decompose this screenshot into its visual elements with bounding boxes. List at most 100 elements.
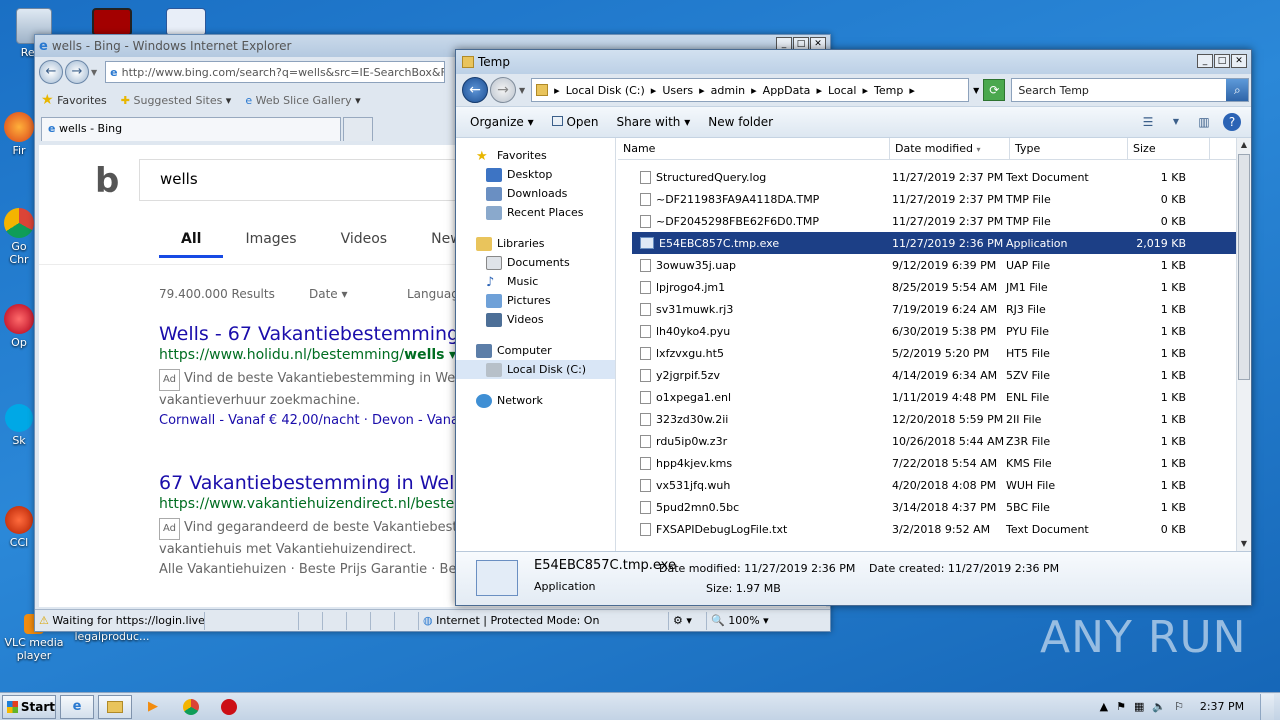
- nav-network[interactable]: Network: [456, 391, 615, 410]
- action-center-icon[interactable]: ⚑: [1116, 700, 1126, 713]
- nav-music[interactable]: ♪ Music: [456, 272, 615, 291]
- new-folder-button[interactable]: New folder: [708, 115, 773, 129]
- desktop-icon-skype[interactable]: Sk: [2, 404, 36, 447]
- file-row[interactable]: vx531jfq.wuh 4/20/2018 4:08 PM WUH File 1 K…: [618, 474, 1236, 496]
- start-button[interactable]: Start: [2, 694, 56, 719]
- column-type[interactable]: Type: [1010, 138, 1128, 160]
- nav-computer[interactable]: Computer: [456, 341, 615, 360]
- search-icon[interactable]: ⌕: [1226, 79, 1249, 101]
- nav-pictures[interactable]: Pictures: [456, 291, 615, 310]
- nav-recent-places[interactable]: Recent Places: [456, 203, 615, 222]
- show-desktop-button[interactable]: [1260, 693, 1274, 720]
- back-arrow-icon[interactable]: ←: [462, 77, 488, 103]
- breadcrumb-item[interactable]: AppData: [763, 84, 811, 97]
- vertical-scrollbar[interactable]: ▲ ▼: [1236, 138, 1251, 551]
- language-filter[interactable]: Languag: [407, 287, 459, 301]
- file-row[interactable]: lxfzvxgu.ht5 5/2/2019 5:20 PM HT5 File 1 KB: [618, 342, 1236, 364]
- file-row[interactable]: lpjrogo4.jm1 8/25/2019 5:54 AM JM1 File 1 K…: [618, 276, 1236, 298]
- preview-pane-icon[interactable]: ▥: [1195, 113, 1213, 131]
- favorites-button[interactable]: ★ Favorites: [41, 92, 107, 108]
- breadcrumb-item[interactable]: Temp: [874, 84, 903, 97]
- show-hidden-icons[interactable]: ▲: [1100, 700, 1108, 713]
- scroll-thumb[interactable]: [1238, 154, 1250, 380]
- nav-documents[interactable]: Documents: [456, 253, 615, 272]
- tab-all[interactable]: All: [159, 231, 224, 258]
- file-row[interactable]: lh40yko4.pyu 6/30/2019 5:38 PM PYU File 1 K…: [618, 320, 1236, 342]
- help-icon[interactable]: ?: [1223, 113, 1241, 131]
- file-row[interactable]: ~DF2045298FBE62F6D0.TMP 11/27/2019 2:37 P…: [618, 210, 1236, 232]
- taskbar-ie[interactable]: e: [60, 694, 94, 719]
- scroll-down-icon[interactable]: ▼: [1237, 537, 1251, 551]
- desktop-icon-ccleaner[interactable]: CCl: [2, 506, 36, 549]
- file-row[interactable]: 323zd30w.2ii 12/20/2018 5:59 PM 2II File 1 …: [618, 408, 1236, 430]
- file-row[interactable]: hpp4kjev.kms 7/22/2018 5:54 AM KMS File 1 K…: [618, 452, 1236, 474]
- nav-videos[interactable]: Videos: [456, 310, 615, 329]
- suggested-sites-link[interactable]: ✚ Suggested Sites ▾: [121, 94, 232, 107]
- file-row[interactable]: E54EBC857C.tmp.exe 11/27/2019 2:36 PM Appl…: [632, 232, 1236, 254]
- scroll-up-icon[interactable]: ▲: [1237, 138, 1251, 152]
- organize-button[interactable]: Organize ▾: [470, 115, 534, 129]
- forward-arrow-icon[interactable]: →: [65, 60, 89, 84]
- desktop-icon-chrome[interactable]: Go Chr: [2, 208, 36, 266]
- breadcrumb-item[interactable]: Local: [828, 84, 857, 97]
- desktop-icon-firefox[interactable]: Fir: [2, 112, 36, 157]
- tab-videos[interactable]: Videos: [319, 231, 410, 258]
- address-bar[interactable]: e http://www.bing.com/search?q=wells&src…: [105, 61, 446, 83]
- breadcrumb[interactable]: ▸ Local Disk (C:) ▸ Users ▸ admin ▸ AppData…: [531, 78, 970, 102]
- ie-tab-active[interactable]: e wells - Bing: [41, 117, 341, 141]
- taskbar-explorer[interactable]: [98, 694, 132, 719]
- chevron-down-icon[interactable]: ▼: [91, 68, 97, 77]
- clock[interactable]: 2:37 PM: [1192, 700, 1252, 713]
- date-filter[interactable]: Date ▾: [309, 287, 348, 301]
- maximize-button[interactable]: □: [1214, 54, 1230, 68]
- file-row[interactable]: sv31muwk.rj3 7/19/2019 6:24 AM RJ3 File 1 K…: [618, 298, 1236, 320]
- volume-icon[interactable]: 🔈: [1152, 700, 1166, 713]
- file-row[interactable]: StructuredQuery.log 11/27/2019 2:37 PM Tex…: [618, 166, 1236, 188]
- explorer-title-bar[interactable]: Temp _ □ ✕: [456, 50, 1251, 74]
- view-options-icon[interactable]: ☰: [1139, 113, 1157, 131]
- column-date-modified[interactable]: Date modified ▾: [890, 138, 1010, 160]
- chevron-down-icon[interactable]: ▼: [519, 86, 525, 95]
- open-button[interactable]: Open: [551, 115, 599, 129]
- close-button[interactable]: ✕: [1231, 54, 1247, 68]
- security-zone[interactable]: ◍ Internet | Protected Mode: On: [419, 611, 669, 630]
- flag-icon[interactable]: ⚐: [1174, 700, 1184, 713]
- taskbar-chrome[interactable]: [174, 695, 208, 719]
- file-row[interactable]: o1xpega1.enl 1/11/2019 4:48 PM ENL File 1 K…: [618, 386, 1236, 408]
- column-size[interactable]: Size: [1128, 138, 1210, 160]
- taskbar-media-player[interactable]: ▶: [136, 695, 170, 719]
- zoom-control[interactable]: 🔍 100% ▾: [707, 612, 797, 630]
- file-row[interactable]: rdu5ip0w.z3r 10/26/2018 5:44 AM Z3R File 1 …: [618, 430, 1236, 452]
- search-input[interactable]: Search Temp ⌕: [1011, 78, 1250, 102]
- address-dropdown-icon[interactable]: ▼: [973, 86, 979, 95]
- explorer-window[interactable]: Temp _ □ ✕ ← → ▼ ▸ Local Disk (C:) ▸ User…: [455, 49, 1252, 606]
- nav-desktop[interactable]: Desktop: [456, 165, 615, 184]
- breadcrumb-item[interactable]: Users: [662, 84, 693, 97]
- tab-images[interactable]: Images: [223, 231, 318, 258]
- file-row[interactable]: 5pud2mn0.5bc 3/14/2018 4:37 PM 5BC File 1 K…: [618, 496, 1236, 518]
- protected-mode-toggle[interactable]: ⚙ ▾: [669, 611, 707, 630]
- desktop-icon-opera[interactable]: Op: [2, 304, 36, 349]
- file-row[interactable]: ~DF211983FA9A4118DA.TMP 11/27/2019 2:37 P…: [618, 188, 1236, 210]
- nav-libraries[interactable]: Libraries: [456, 234, 615, 253]
- column-name[interactable]: Name: [618, 138, 890, 160]
- breadcrumb-item[interactable]: admin: [711, 84, 745, 97]
- nav-favorites[interactable]: ★ Favorites: [456, 146, 615, 165]
- refresh-icon[interactable]: ⟳: [983, 79, 1006, 101]
- file-row[interactable]: FXSAPIDebugLogFile.txt 3/2/2018 9:52 AM Te…: [618, 518, 1236, 540]
- bing-logo-icon[interactable]: b: [95, 161, 119, 201]
- forward-arrow-icon[interactable]: →: [490, 77, 516, 103]
- back-arrow-icon[interactable]: ←: [39, 60, 63, 84]
- minimize-button[interactable]: _: [1197, 54, 1213, 68]
- new-tab-button[interactable]: [343, 117, 373, 141]
- web-slice-gallery-link[interactable]: e Web Slice Gallery ▾: [245, 94, 360, 107]
- breadcrumb-item[interactable]: Local Disk (C:): [566, 84, 645, 97]
- network-tray-icon[interactable]: ▦: [1134, 700, 1144, 713]
- file-row[interactable]: y2jgrpif.5zv 4/14/2019 6:34 AM 5ZV File 1 K…: [618, 364, 1236, 386]
- chevron-down-icon[interactable]: ▼: [1167, 113, 1185, 131]
- file-row[interactable]: 3owuw35j.uap 9/12/2019 6:39 PM UAP File 1 K…: [618, 254, 1236, 276]
- nav-local-disk[interactable]: Local Disk (C:): [456, 360, 615, 379]
- share-with-button[interactable]: Share with ▾: [617, 115, 691, 129]
- nav-downloads[interactable]: Downloads: [456, 184, 615, 203]
- taskbar-opera[interactable]: [212, 695, 246, 719]
